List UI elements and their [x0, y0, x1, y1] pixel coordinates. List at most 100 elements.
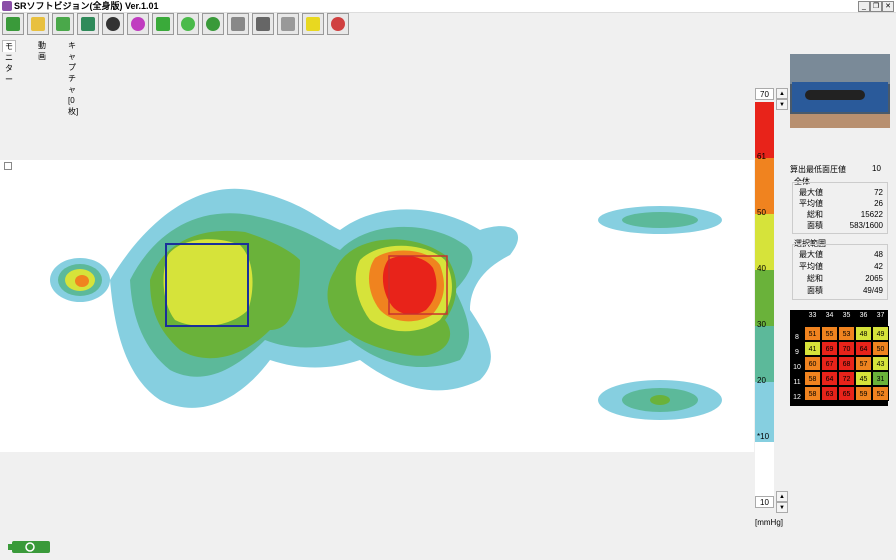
grid-row-header: 8 — [795, 334, 799, 341]
threshold-value: 10 — [872, 164, 881, 173]
title-bar: SRソフトビジョン(全身版) Ver.1.01 _ ❐ ✕ — [0, 0, 896, 13]
selection-avg-value: 42 — [874, 262, 883, 271]
overall-area-label: 面積 — [807, 221, 823, 230]
color-scale: 61 50 40 30 20 *10 — [755, 102, 774, 442]
grid-row-header: 12 — [793, 394, 801, 401]
grid-cell: 41 — [804, 341, 821, 356]
selection-max-value: 48 — [874, 250, 883, 259]
grid-col-header: 35 — [842, 312, 851, 319]
scale-min-down[interactable]: ▼ — [776, 502, 788, 513]
grid-cell: 31 — [872, 371, 889, 386]
numbers-icon[interactable] — [77, 13, 99, 35]
stats-panel: 算出最低面圧値 10 全体 最大値 72 平均値 26 総和 15622 面積 583/… — [790, 160, 890, 310]
grid-cell: 57 — [855, 356, 872, 371]
pressure-map[interactable] — [0, 160, 754, 452]
scale-tick: 40 — [757, 264, 766, 273]
grid-col-header: 33 — [808, 312, 817, 319]
wrench-icon[interactable] — [277, 13, 299, 35]
battery-icon — [8, 540, 50, 554]
grid-cell: 48 — [855, 326, 872, 341]
grid-col-header: 34 — [825, 312, 834, 319]
selection-max-label: 最大値 — [799, 250, 823, 259]
selection-box: 最大値 48 平均値 42 総和 2065 面積 49/49 — [792, 244, 888, 300]
selection-sum-label: 総和 — [807, 274, 823, 283]
grid-cell: 52 — [872, 386, 889, 401]
grid-cell: 53 — [838, 326, 855, 341]
scale-max-down[interactable]: ▼ — [776, 99, 788, 110]
value-grid: 33 34 35 36 37 8 51 55 53 48 49 9 41 69 70 64 50 10 60 67 68… — [790, 310, 889, 406]
tab-monitor[interactable]: モニター — [2, 40, 16, 84]
grid-col-header: 36 — [859, 312, 868, 319]
grid-col-header: 37 — [876, 312, 885, 319]
scale-tick: 50 — [757, 208, 766, 217]
overall-box: 最大値 72 平均値 26 総和 15622 面積 583/1600 — [792, 182, 888, 234]
grid-cell: 49 — [872, 326, 889, 341]
video-icon[interactable] — [252, 13, 274, 35]
pressure-heatmap — [50, 188, 722, 420]
close-button[interactable]: ✕ — [882, 1, 894, 12]
grid-cell: 64 — [855, 341, 872, 356]
updown-icon[interactable] — [52, 13, 74, 35]
app-icon — [2, 1, 12, 11]
webcam-icon[interactable] — [327, 13, 349, 35]
grid-cell: 43 — [872, 356, 889, 371]
selection-avg-label: 平均値 — [799, 262, 823, 271]
toolbar — [0, 13, 896, 37]
grid-cell: 72 — [838, 371, 855, 386]
scale-max-input[interactable]: 70 — [755, 88, 774, 100]
minimize-button[interactable]: _ — [858, 1, 870, 12]
overall-avg-label: 平均値 — [799, 199, 823, 208]
restore-button[interactable]: ❐ — [870, 1, 882, 12]
grid-cell: 58 — [804, 386, 821, 401]
grid-row-header: 9 — [795, 349, 799, 356]
overall-max-value: 72 — [874, 188, 883, 197]
grid-cell: 58 — [804, 371, 821, 386]
grid-cell: 59 — [855, 386, 872, 401]
camera-preview — [790, 54, 890, 128]
scale-tick: 30 — [757, 320, 766, 329]
tab-capture[interactable]: キャプチャ [0枚] — [66, 40, 80, 116]
grid-cell: 69 — [821, 341, 838, 356]
folder-icon[interactable] — [27, 13, 49, 35]
grid-cell: 51 — [804, 326, 821, 341]
grid-row-header: 11 — [793, 379, 801, 386]
overall-sum-label: 総和 — [807, 210, 823, 219]
overall-avg-value: 26 — [874, 199, 883, 208]
grid-cell: 67 — [821, 356, 838, 371]
grid-cell: 64 — [821, 371, 838, 386]
color-wheel-icon[interactable] — [127, 13, 149, 35]
tab-video[interactable]: 動画 — [36, 40, 48, 61]
lv-icon[interactable] — [2, 13, 24, 35]
selection-area-label: 面積 — [807, 286, 823, 295]
threshold-label: 算出最低面圧値 — [790, 165, 846, 174]
scale-min-input[interactable]: 10 — [755, 496, 774, 508]
grid-row-header: 10 — [793, 364, 801, 371]
window-title: SRソフトビジョン(全身版) Ver.1.01 — [14, 1, 159, 11]
grid-cell: 68 — [838, 356, 855, 371]
grid-cell: 65 — [838, 386, 855, 401]
scale-tick: 61 — [757, 152, 766, 161]
rotate-icon[interactable] — [202, 13, 224, 35]
selection-sum-value: 2065 — [865, 274, 883, 283]
map-toggle-icon[interactable] — [4, 162, 12, 170]
help-icon[interactable] — [302, 13, 324, 35]
scale-max-up[interactable]: ▲ — [776, 88, 788, 99]
select-icon[interactable] — [152, 13, 174, 35]
grid-cell: 55 — [821, 326, 838, 341]
unit-label: [mmHg] — [755, 518, 783, 527]
contrast-icon[interactable] — [102, 13, 124, 35]
overall-max-label: 最大値 — [799, 188, 823, 197]
overall-area-value: 583/1600 — [849, 221, 883, 230]
scale-tick: 20 — [757, 376, 766, 385]
grid-cell: 60 — [804, 356, 821, 371]
scale-tick: *10 — [757, 432, 770, 441]
overall-sum-value: 15622 — [860, 210, 883, 219]
scale-min-up[interactable]: ▲ — [776, 491, 788, 502]
grid-cell: 50 — [872, 341, 889, 356]
grid-cell: 70 — [838, 341, 855, 356]
grid-cell: 63 — [821, 386, 838, 401]
zoom-icon[interactable] — [177, 13, 199, 35]
grid-cell: 45 — [855, 371, 872, 386]
selection-area-value: 49/49 — [862, 286, 883, 295]
camera-icon[interactable] — [227, 13, 249, 35]
